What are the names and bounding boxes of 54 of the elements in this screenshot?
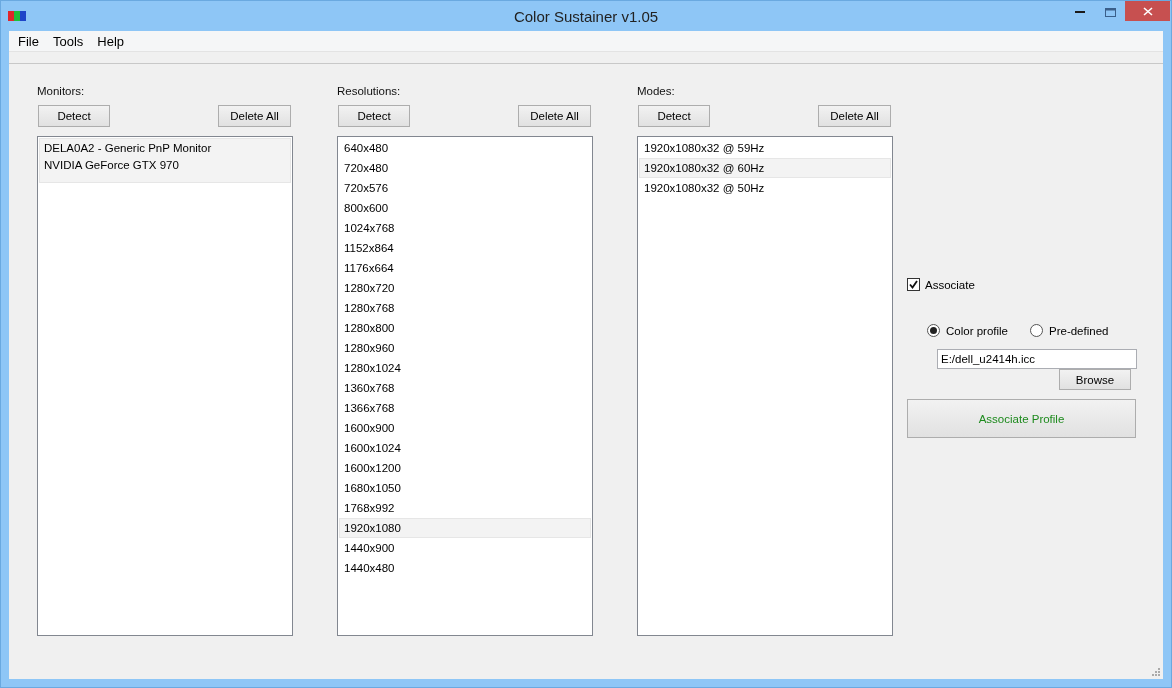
radio-button[interactable] (927, 324, 940, 337)
detect-button[interactable]: Detect (38, 105, 110, 127)
list-item[interactable]: 1920x1080x32 @ 59Hz (639, 138, 891, 158)
list-item[interactable]: 1768x992 (339, 498, 591, 518)
panel-label: Resolutions: (337, 85, 401, 97)
list-item[interactable]: 1024x768 (339, 218, 591, 238)
list-item[interactable]: 1280x1024 (339, 358, 591, 378)
list-item[interactable]: 1440x900 (339, 538, 591, 558)
app-icon (8, 11, 26, 21)
delete-all-button[interactable]: Delete All (818, 105, 891, 127)
radio-button[interactable] (1030, 324, 1043, 337)
resize-grip-icon[interactable] (1152, 668, 1160, 676)
browse-button[interactable]: Browse (1059, 369, 1131, 390)
list-item[interactable]: 1366x768 (339, 398, 591, 418)
associate-checkbox[interactable] (907, 278, 920, 291)
list-item[interactable]: 1440x480 (339, 558, 591, 578)
delete-all-button[interactable]: Delete All (518, 105, 591, 127)
list-item[interactable]: 1280x768 (339, 298, 591, 318)
list-item[interactable]: 1920x1080x32 @ 60Hz (639, 158, 891, 178)
radio-label: Pre-defined (1049, 324, 1109, 337)
list-item[interactable]: 640x480 (339, 138, 591, 158)
delete-all-button[interactable]: Delete All (218, 105, 291, 127)
profile-path-field[interactable]: E:/dell_u2414h.icc (937, 349, 1137, 369)
list-item[interactable]: 1280x800 (339, 318, 591, 338)
panel-label: Monitors: (37, 85, 85, 97)
panel-label: Modes: (637, 85, 675, 97)
minimize-icon (1075, 10, 1085, 14)
list-item[interactable]: 720x576 (339, 178, 591, 198)
radio-label: Color profile (946, 324, 1008, 337)
close-icon (1142, 6, 1153, 16)
menu-item[interactable]: Help (90, 33, 132, 49)
list-item[interactable]: 800x600 (339, 198, 591, 218)
list-item[interactable]: 1280x720 (339, 278, 591, 298)
list-item[interactable]: 1600x1024 (339, 438, 591, 458)
detect-button[interactable]: Detect (338, 105, 410, 127)
window-title: Color Sustainer v1.05 (513, 7, 659, 25)
checkbox-label: Associate (925, 278, 975, 291)
list-item[interactable]: 1280x960 (339, 338, 591, 358)
list-item[interactable]: 1152x864 (339, 238, 591, 258)
detect-button[interactable]: Detect (638, 105, 710, 127)
list-item[interactable]: 1920x1080 (339, 518, 591, 538)
list-item[interactable]: 1920x1080x32 @ 50Hz (639, 178, 891, 198)
list-item[interactable]: 1600x1200 (339, 458, 591, 478)
maximize-icon (1104, 7, 1116, 17)
close-button[interactable] (1125, 1, 1170, 21)
associate-profile-button[interactable]: Associate Profile (907, 399, 1136, 438)
list-item[interactable]: 720x480 (339, 158, 591, 178)
list-item[interactable]: DELA0A2 - Generic PnP Monitor NVIDIA GeForce GTX 970 (39, 138, 291, 183)
list-item[interactable]: 1600x900 (339, 418, 591, 438)
list-item[interactable]: 1176x664 (339, 258, 591, 278)
list-item[interactable]: 1680x1050 (339, 478, 591, 498)
menu-item[interactable]: File (11, 33, 46, 49)
list-item[interactable]: 1360x768 (339, 378, 591, 398)
menu-item[interactable]: Tools (45, 33, 91, 49)
